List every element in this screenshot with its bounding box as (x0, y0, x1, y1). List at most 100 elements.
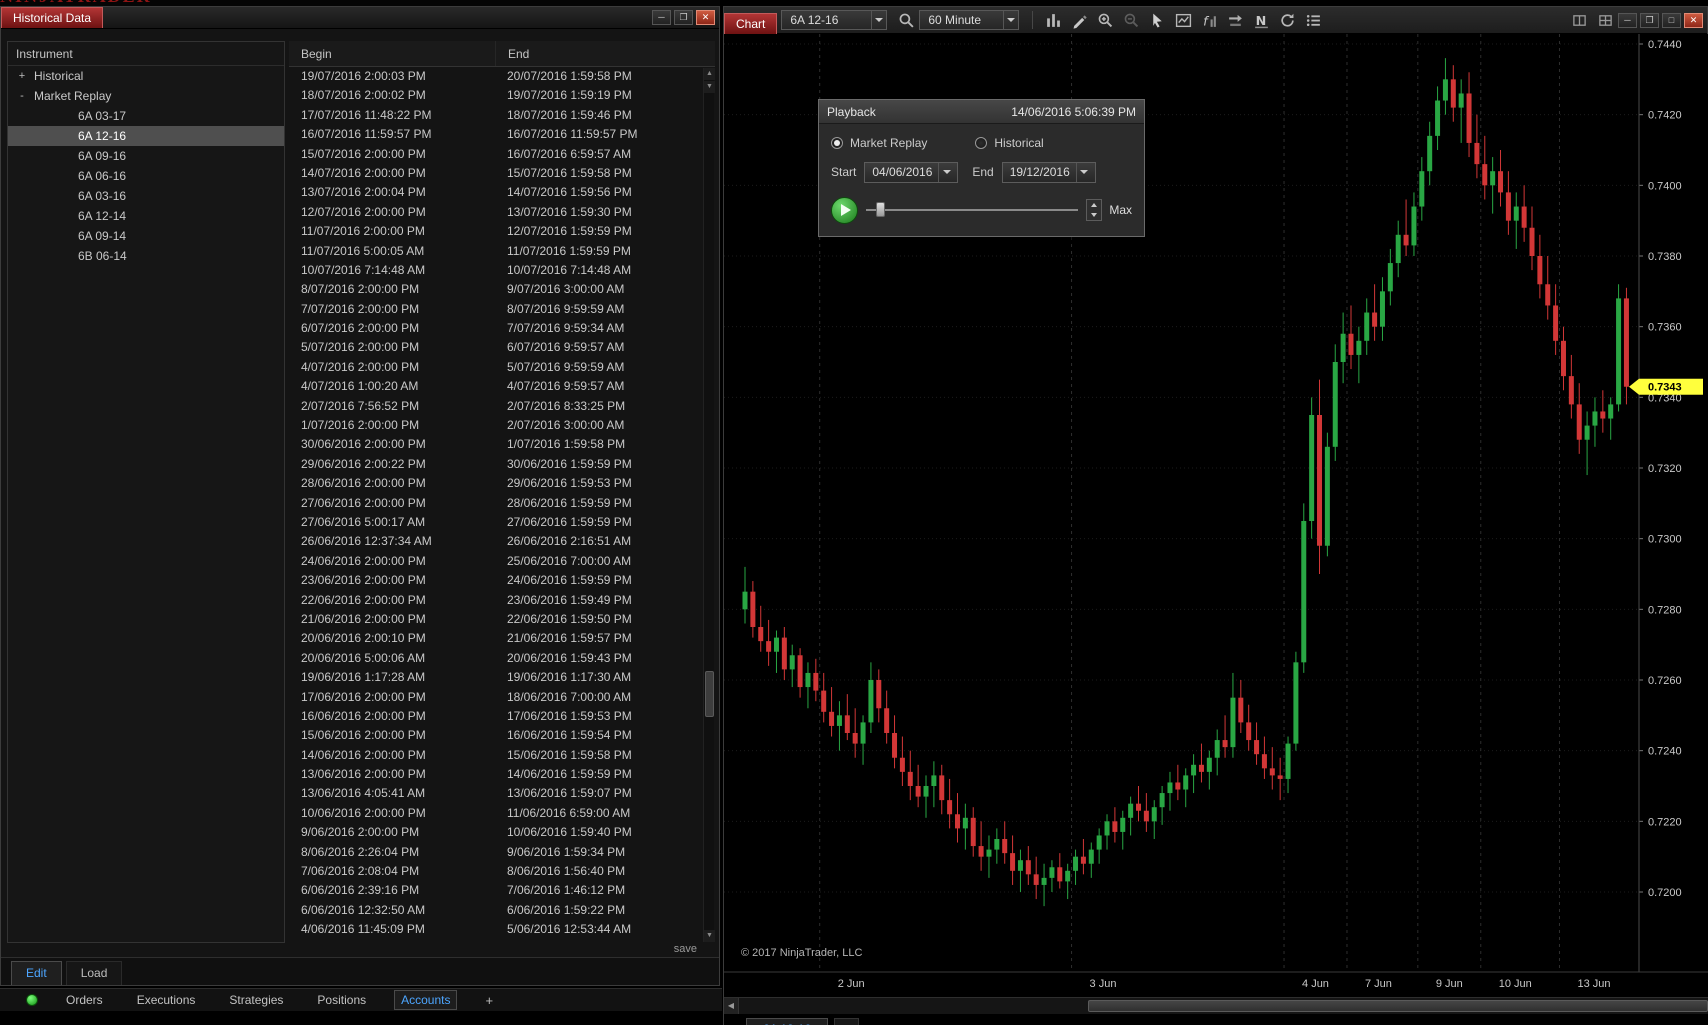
instrument-tree[interactable]: + Historical - Market Replay 6A 03-17 6A 12-1… (8, 66, 284, 266)
table-row[interactable]: 21/06/2016 2:00:00 PM 22/06/2016 1:59:50 … (289, 610, 715, 629)
hscroll-thumb[interactable] (1088, 1000, 1708, 1012)
save-link[interactable]: save (674, 943, 697, 955)
end-date-select[interactable]: 19/12/2016 (1001, 161, 1096, 183)
close-button[interactable]: ✕ (1684, 12, 1703, 28)
tree-item-6a-12-16[interactable]: 6A 12-16 (8, 126, 284, 146)
tree-item-6a-03-16[interactable]: 6A 03-16 (8, 186, 284, 206)
slider-thumb[interactable] (876, 202, 885, 217)
chart-tab-instrument[interactable]: 6A 12-16 (746, 1018, 829, 1025)
table-row[interactable]: 10/07/2016 7:14:48 AM 10/07/2016 7:14:48 … (289, 261, 715, 280)
cc-tab-orders[interactable]: Orders (60, 991, 109, 1009)
table-row[interactable]: 20/06/2016 2:00:10 PM 21/06/2016 1:59:57 … (289, 629, 715, 648)
historical-radio[interactable] (975, 137, 988, 149)
table-row[interactable]: 27/06/2016 5:00:17 AM 27/06/2016 1:59:59 … (289, 513, 715, 532)
tab-chart[interactable]: Chart (724, 12, 778, 34)
tree-item-6a-12-14[interactable]: 6A 12-14 (8, 206, 284, 226)
minimize-button[interactable]: ─ (1618, 12, 1637, 28)
stepper-up-icon[interactable] (1087, 200, 1101, 210)
instrument-selector[interactable]: 6A 12-16 (781, 10, 888, 30)
tree-item-6a-03-17[interactable]: 6A 03-17 (8, 106, 284, 126)
tree-item-6a-06-16[interactable]: 6A 06-16 (8, 166, 284, 186)
table-row[interactable]: 22/06/2016 2:00:00 PM 23/06/2016 1:59:49 … (289, 591, 715, 610)
table-row[interactable]: 14/06/2016 2:00:00 PM 15/06/2016 1:59:58 … (289, 746, 715, 765)
scroll-up-icon[interactable]: ▲ (704, 68, 715, 80)
table-row[interactable]: 9/06/2016 2:00:00 PM 10/06/2016 1:59:40 P… (289, 823, 715, 842)
speed-slider[interactable] (866, 199, 1079, 221)
table-row[interactable]: 1/07/2016 2:00:00 PM 2/07/2016 3:00:00 AM (289, 416, 715, 435)
close-button[interactable]: ✕ (696, 10, 715, 25)
table-row[interactable]: 24/06/2016 2:00:00 PM 25/06/2016 7:00:00 … (289, 552, 715, 571)
hscroll-track[interactable] (739, 998, 1708, 1014)
reload-icon[interactable] (1274, 9, 1300, 32)
table-row[interactable]: 30/06/2016 2:00:00 PM 1/07/2016 1:59:58 P… (289, 435, 715, 454)
tab-historical-data[interactable]: Historical Data (1, 7, 104, 28)
table-row[interactable]: 13/07/2016 2:00:04 PM 14/07/2016 1:59:56 … (289, 183, 715, 202)
tree-item-market-replay[interactable]: - Market Replay (8, 86, 284, 106)
collapse-icon[interactable]: - (16, 86, 28, 106)
grid-layout-icon[interactable] (1592, 9, 1618, 32)
interval-selector[interactable]: 60 Minute (919, 10, 1020, 30)
scroll-down-icon[interactable]: ▼ (704, 930, 715, 942)
tab-edit[interactable]: Edit (11, 961, 62, 985)
start-date-select[interactable]: 04/06/2016 (864, 161, 959, 183)
stepper-down-icon[interactable] (1087, 210, 1101, 220)
table-row[interactable]: 26/06/2016 12:37:34 AM 26/06/2016 2:16:51… (289, 532, 715, 551)
table-row[interactable]: 18/07/2016 2:00:02 PM 19/07/2016 1:59:19 … (289, 86, 715, 105)
table-row[interactable]: 19/07/2016 2:00:03 PM 20/07/2016 1:59:58 … (289, 67, 715, 86)
scroll-left-icon[interactable]: ◀ (724, 998, 739, 1014)
zoom-out-icon[interactable] (1118, 9, 1144, 32)
restore-button[interactable]: ❐ (1640, 12, 1659, 28)
cc-tab-strategies[interactable]: Strategies (223, 991, 289, 1009)
table-row[interactable]: 4/06/2016 11:45:09 PM 5/06/2016 12:53:44 … (289, 920, 715, 939)
speed-stepper[interactable] (1086, 199, 1103, 221)
table-row[interactable]: 7/06/2016 2:08:04 PM 8/06/2016 1:56:40 PM (289, 862, 715, 881)
column-header-begin[interactable]: Begin (289, 41, 495, 66)
maximize-button[interactable]: □ (1662, 12, 1681, 28)
minimize-button[interactable]: ─ (652, 10, 671, 25)
cc-tab-positions[interactable]: Positions (311, 991, 372, 1009)
tree-item-6a-09-16[interactable]: 6A 09-16 (8, 146, 284, 166)
maximize-button[interactable]: ❐ (674, 10, 693, 25)
table-row[interactable]: 13/06/2016 2:00:00 PM 14/06/2016 1:59:59 … (289, 765, 715, 784)
tree-item-6b-06-14[interactable]: 6B 06-14 (8, 246, 284, 266)
data-series-icon[interactable] (1222, 9, 1248, 32)
market-replay-radio[interactable] (831, 137, 843, 149)
table-row[interactable]: 6/06/2016 12:32:50 AM 6/06/2016 1:59:22 P… (289, 901, 715, 920)
table-row[interactable]: 16/06/2016 2:00:00 PM 17/06/2016 1:59:53 … (289, 707, 715, 726)
tab-load[interactable]: Load (65, 961, 123, 985)
cursor-icon[interactable] (1144, 9, 1170, 32)
table-row[interactable]: 10/06/2016 2:00:00 PM 11/06/2016 6:59:00 … (289, 804, 715, 823)
table-row[interactable]: 2/07/2016 7:56:52 PM 2/07/2016 8:33:25 PM (289, 397, 715, 416)
drawing-tools-icon[interactable] (1066, 9, 1092, 32)
indicators-icon[interactable]: f (1196, 9, 1222, 32)
scroll-down-small-icon[interactable]: ▼ (704, 81, 715, 93)
properties-icon[interactable] (1300, 9, 1326, 32)
tree-item-6a-09-14[interactable]: 6A 09-14 (8, 226, 284, 246)
table-row[interactable]: 15/07/2016 2:00:00 PM 16/07/2016 6:59:57 … (289, 145, 715, 164)
table-row[interactable]: 29/06/2016 2:00:22 PM 30/06/2016 1:59:59 … (289, 455, 715, 474)
table-row[interactable]: 6/07/2016 2:00:00 PM 7/07/2016 9:59:34 AM (289, 319, 715, 338)
play-button[interactable] (831, 196, 858, 224)
panel-layout-icon[interactable] (1566, 9, 1592, 32)
table-row[interactable]: 19/06/2016 1:17:28 AM 19/06/2016 1:17:30 … (289, 668, 715, 687)
table-row[interactable]: 5/07/2016 2:00:00 PM 6/07/2016 9:59:57 AM (289, 338, 715, 357)
table-row[interactable]: 17/06/2016 2:00:00 PM 18/06/2016 7:00:00 … (289, 688, 715, 707)
search-icon[interactable] (893, 9, 919, 32)
table-row[interactable]: 17/07/2016 11:48:22 PM 18/07/2016 1:59:46… (289, 106, 715, 125)
chart-area[interactable]: 0.7440 0.7420 0.7400 0.7380 0.7360 0.7340 0.73… (724, 34, 1708, 1025)
scrollbar-thumb[interactable] (705, 671, 714, 717)
table-row[interactable]: 8/06/2016 2:26:04 PM 9/06/2016 1:59:34 PM (289, 843, 715, 862)
table-row[interactable]: 8/07/2016 2:00:00 PM 9/07/2016 3:00:00 AM (289, 280, 715, 299)
table-row[interactable]: 28/06/2016 2:00:00 PM 29/06/2016 1:59:53 … (289, 474, 715, 493)
chart-hscrollbar[interactable]: ◀ (724, 997, 1708, 1014)
ninjascript-icon[interactable]: N (1248, 9, 1274, 32)
playback-titlebar[interactable]: Playback 14/06/2016 5:06:39 PM (819, 100, 1144, 124)
table-row[interactable]: 14/07/2016 2:00:00 PM 15/07/2016 1:59:58 … (289, 164, 715, 183)
indicator-window-icon[interactable] (1170, 9, 1196, 32)
table-row[interactable]: 6/06/2016 2:39:16 PM 7/06/2016 1:46:12 PM (289, 881, 715, 900)
add-chart-tab-button[interactable]: + (834, 1018, 860, 1025)
table-row[interactable]: 11/07/2016 2:00:00 PM 12/07/2016 1:59:59 … (289, 222, 715, 241)
expand-icon[interactable]: + (16, 66, 28, 86)
table-scrollbar[interactable]: ▲ ▼ ▼ (703, 68, 715, 942)
table-row[interactable]: 16/07/2016 11:59:57 PM 16/07/2016 11:59:5… (289, 125, 715, 144)
